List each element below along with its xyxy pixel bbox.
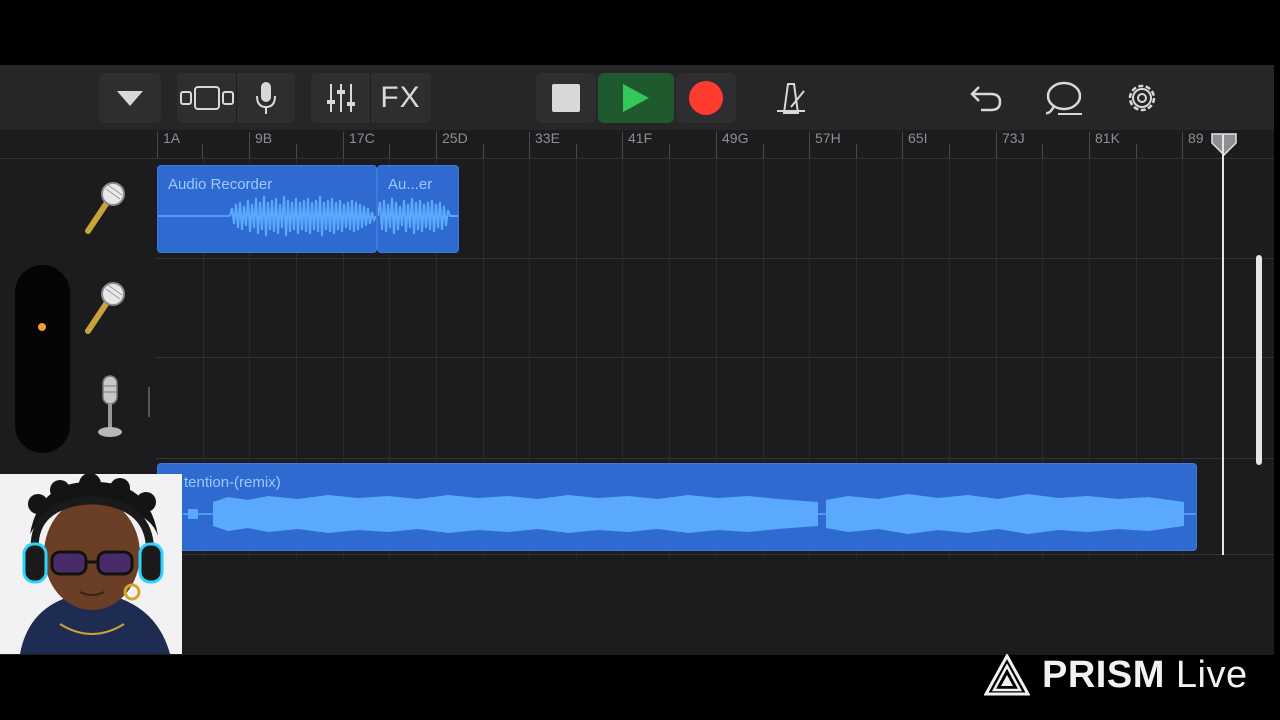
play-icon (623, 84, 649, 112)
mixer-button[interactable] (312, 73, 370, 123)
waveform (378, 197, 458, 235)
audio-region[interactable]: Audio Recorder (157, 165, 377, 253)
instrument-mic-button[interactable] (237, 73, 295, 123)
ruler-marker: 65I (908, 130, 928, 146)
vertical-scrollbar[interactable] (1256, 255, 1262, 465)
ruler-marker: 9B (255, 130, 273, 146)
microphone-icon (255, 82, 276, 114)
ruler-marker: 49G (722, 130, 749, 146)
waveform (158, 195, 376, 237)
audio-region[interactable]: Au...er (377, 165, 459, 253)
playhead-line[interactable] (1222, 135, 1224, 555)
fx-label: FX (380, 81, 421, 114)
ruler-marker: 25D (442, 130, 468, 146)
browser-view-button[interactable] (178, 73, 236, 123)
track-header-1[interactable] (80, 179, 140, 249)
playhead-marker-icon (1211, 133, 1237, 157)
mixer-fx-group: FX (311, 73, 431, 123)
track-header-3[interactable] (90, 374, 140, 454)
prism-live-watermark: PRISM Live (984, 650, 1254, 700)
track-header-2[interactable] (80, 279, 140, 349)
watermark-brand: PRISM (1042, 653, 1165, 696)
garageband-window: FX 1A 9B 17C 25D 33E 41F 49G 57H 65I 73J… (0, 65, 1274, 655)
mixer-sliders-icon (326, 84, 355, 112)
toolbar: FX (0, 65, 1274, 130)
watermark-suffix: Live (1175, 653, 1248, 696)
record-icon (689, 81, 723, 115)
audio-region[interactable]: tention-(remix) (157, 463, 1197, 551)
play-button[interactable] (598, 73, 674, 123)
studio-microphone-icon (98, 375, 122, 437)
view-toggle-group (177, 73, 295, 123)
tracks-dropdown-button[interactable] (99, 73, 161, 123)
watermark-text: PRISM Live (1042, 654, 1248, 697)
loop-lasso-icon (1045, 81, 1082, 115)
waveform (183, 494, 1196, 534)
triangle-down-icon (117, 91, 143, 106)
streamer-avatar (0, 474, 182, 654)
metronome-icon (777, 83, 805, 114)
playhead-handle[interactable] (1211, 133, 1237, 162)
ruler-marker: 81K (1095, 130, 1120, 146)
timeline-ruler[interactable]: 1A 9B 17C 25D 33E 41F 49G 57H 65I 73J 81… (155, 130, 1274, 159)
metronome-button[interactable] (763, 73, 819, 123)
microphone-icon (85, 282, 125, 334)
ruler-marker: 17C (349, 130, 375, 146)
ruler-marker: 1A (163, 130, 181, 146)
tracks-view-icon (179, 86, 234, 110)
ruler-marker: 41F (628, 130, 653, 146)
prism-logo-icon (984, 654, 1030, 696)
header-resize-handle[interactable] (148, 387, 150, 417)
microphone-icon (85, 182, 125, 234)
ruler-marker: 57H (815, 130, 841, 146)
volume-fader[interactable] (15, 265, 70, 453)
undo-icon (970, 86, 1002, 112)
gear-icon (1128, 84, 1156, 112)
record-button[interactable] (676, 73, 736, 123)
ruler-marker: 73J (1002, 130, 1025, 146)
stop-button[interactable] (536, 73, 596, 123)
loop-browser-button[interactable] (1036, 73, 1092, 123)
undo-button[interactable] (958, 73, 1014, 123)
fx-button[interactable]: FX (371, 73, 431, 123)
ruler-marker: 33E (535, 130, 560, 146)
settings-button[interactable] (1114, 73, 1170, 123)
fader-indicator (38, 323, 46, 331)
stop-icon (552, 84, 580, 112)
avatar-illustration (0, 474, 182, 654)
ruler-marker: 89 (1188, 130, 1204, 146)
